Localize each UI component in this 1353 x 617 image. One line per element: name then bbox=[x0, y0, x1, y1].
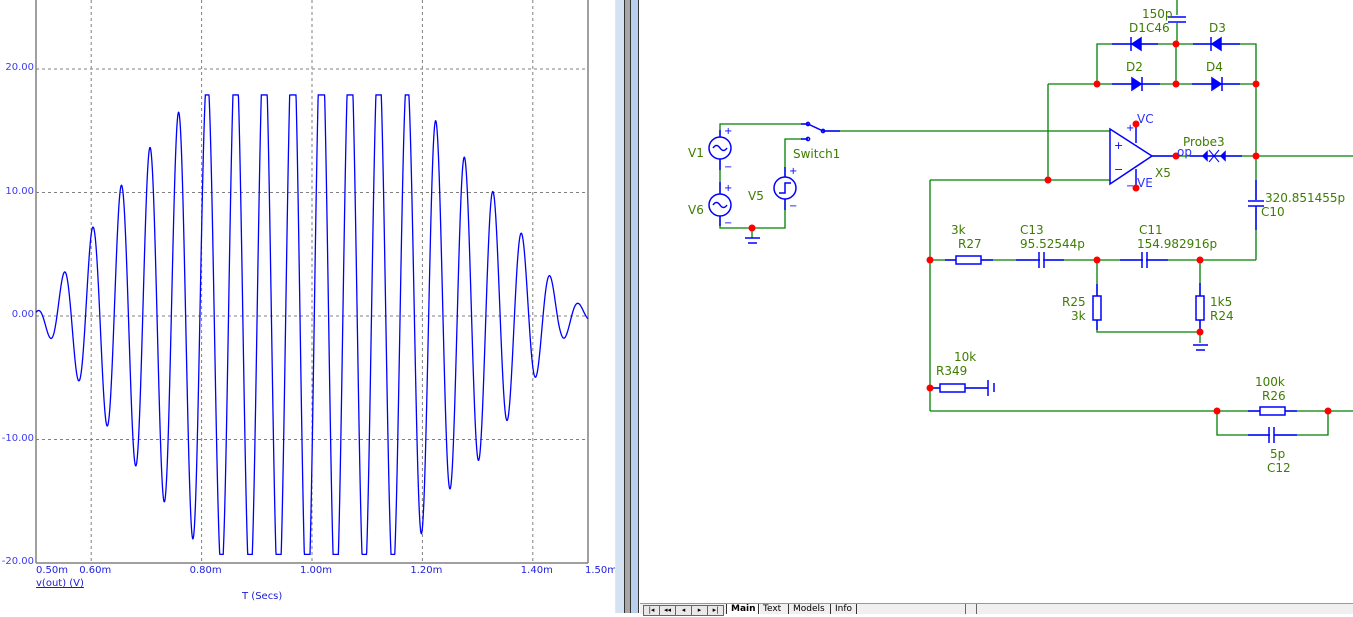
svg-text:+: + bbox=[724, 183, 732, 194]
resistor-r26 bbox=[1248, 406, 1297, 416]
x-tick-label: 1.40m bbox=[520, 565, 553, 576]
probe3-label: Probe3 bbox=[1183, 135, 1225, 149]
schematic-editor[interactable]: + − + − + − + − + − 150p D1 C46 D3 D2 D4… bbox=[640, 0, 1353, 603]
y-tick-label: 10.00 bbox=[5, 185, 34, 197]
svg-text:+: + bbox=[724, 126, 732, 137]
r26-label: R26 bbox=[1262, 389, 1286, 403]
ve-label: VE bbox=[1137, 176, 1153, 190]
ground-icon bbox=[745, 237, 760, 244]
r24-value-label: 1k5 bbox=[1210, 295, 1233, 309]
resistor-r25 bbox=[1092, 284, 1102, 330]
resistor-r24 bbox=[1195, 283, 1205, 330]
y-tick-label: -20.00 bbox=[1, 556, 34, 567]
capacitor-c11 bbox=[1120, 252, 1168, 268]
v6-label: V6 bbox=[688, 203, 704, 217]
r349-label: R349 bbox=[936, 364, 968, 378]
svg-text:−: − bbox=[724, 162, 732, 173]
x5-label: X5 bbox=[1155, 166, 1171, 180]
y-tick-label: -10.00 bbox=[1, 432, 34, 444]
switch1 bbox=[801, 121, 840, 142]
c13-value-label: 95.52544p bbox=[1020, 237, 1085, 251]
prev-page-button[interactable]: ◂◂ bbox=[659, 605, 676, 616]
diode-d3 bbox=[1193, 36, 1240, 52]
diode-d4 bbox=[1192, 76, 1240, 92]
x-tick-label: 0.80m bbox=[189, 565, 222, 576]
y-tick-label: 20.00 bbox=[5, 62, 34, 73]
r25-value-label: 3k bbox=[1071, 309, 1086, 323]
svg-text:+: + bbox=[789, 166, 797, 177]
prev-tab-button[interactable]: ◂ bbox=[675, 605, 692, 616]
r25-label: R25 bbox=[1062, 295, 1086, 309]
pulse-source-v5: +− bbox=[773, 166, 797, 212]
c46-value-label: 150p bbox=[1142, 7, 1173, 21]
components: +− +− +− +− +− bbox=[708, 15, 1297, 443]
first-tab-button[interactable]: |◂ bbox=[643, 605, 660, 616]
resistor-r349 bbox=[932, 380, 995, 396]
switch1-label: Switch1 bbox=[793, 147, 841, 161]
trace-legend-link[interactable]: v(out) (V) bbox=[36, 578, 84, 589]
r24-label: R24 bbox=[1210, 309, 1234, 323]
c11-value-label: 154.982916p bbox=[1137, 237, 1218, 251]
panel-splitter[interactable] bbox=[612, 0, 640, 613]
wires bbox=[719, 0, 1353, 436]
next-tab-button[interactable]: ▸ bbox=[691, 605, 708, 616]
diode-d1 bbox=[1112, 36, 1158, 52]
sheet-tab-bar: |◂ ◂◂ ◂ ▸ ▸| Main Text Models Info bbox=[640, 603, 1353, 616]
last-tab-button[interactable]: ▸| bbox=[707, 605, 724, 616]
d2-label: D2 bbox=[1126, 60, 1143, 74]
probe3 bbox=[1190, 149, 1242, 163]
d3-label: D3 bbox=[1209, 21, 1226, 35]
d4-label: D4 bbox=[1206, 60, 1223, 74]
capacitor-c12 bbox=[1248, 427, 1297, 443]
x-tick-label: 1.20m bbox=[410, 565, 443, 576]
voltage-source-v6: +− bbox=[708, 182, 732, 229]
c10-label: C10 bbox=[1261, 205, 1285, 219]
c13-label: C13 bbox=[1020, 223, 1044, 237]
x-tick-label: 0.60m bbox=[79, 565, 112, 576]
c12-value-label: 5p bbox=[1270, 447, 1286, 461]
r27-label: R27 bbox=[958, 237, 982, 251]
c11-label: C11 bbox=[1139, 223, 1163, 237]
c46-label: C46 bbox=[1146, 21, 1170, 35]
svg-text:+: + bbox=[1114, 139, 1123, 152]
svg-text:−: − bbox=[724, 218, 732, 229]
r27-value-label: 3k bbox=[951, 223, 966, 237]
diode-d2 bbox=[1112, 76, 1160, 92]
x-axis-title: T (Secs) bbox=[242, 591, 283, 602]
ground-icon bbox=[1193, 344, 1208, 351]
vc-label: VC bbox=[1137, 112, 1154, 126]
r26-value-label: 100k bbox=[1255, 375, 1285, 389]
svg-text:−: − bbox=[789, 201, 797, 212]
x-tick-label: 1.00m bbox=[300, 565, 333, 576]
x-tick-label: 0.50m bbox=[36, 565, 69, 576]
v1-label: V1 bbox=[688, 146, 704, 160]
d1-label: D1 bbox=[1129, 21, 1146, 35]
r349-value-label: 10k bbox=[954, 350, 977, 364]
resistor-r27 bbox=[945, 255, 993, 265]
c12-label: C12 bbox=[1267, 461, 1291, 475]
c10-value-label: 320.851455p bbox=[1265, 191, 1346, 205]
v5-label: V5 bbox=[748, 189, 764, 203]
waveform-graph[interactable]: 20.00 10.00 0.00 -10.00 -20.00 0.50m 0.60m 0.8… bbox=[0, 0, 617, 613]
svg-text:−: − bbox=[1114, 163, 1123, 176]
graph-canvas[interactable] bbox=[0, 0, 612, 613]
capacitor-c13 bbox=[1016, 252, 1064, 268]
schematic-canvas[interactable]: +− +− +− +− +− bbox=[640, 0, 1353, 603]
voltage-source-v1: +− bbox=[708, 126, 732, 173]
y-tick-label: 0.00 bbox=[11, 309, 34, 320]
